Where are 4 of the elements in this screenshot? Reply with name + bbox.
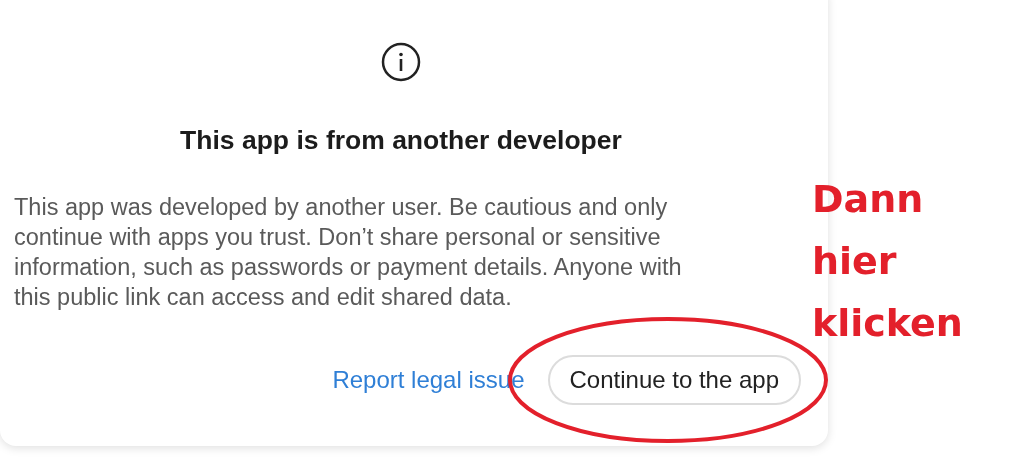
annotation-text: Dann hier klicken xyxy=(812,176,963,347)
dialog-message: This app was developed by another user. Be cautious and only continue with apps you trust. Don’t share personal or sensitive information, such as passwords or payment details. Anyone with this public link can access and edit shared data. xyxy=(14,193,683,312)
dialog-title: This app is from another developer xyxy=(180,125,622,155)
continue-button[interactable]: Continue to the app xyxy=(547,355,801,405)
